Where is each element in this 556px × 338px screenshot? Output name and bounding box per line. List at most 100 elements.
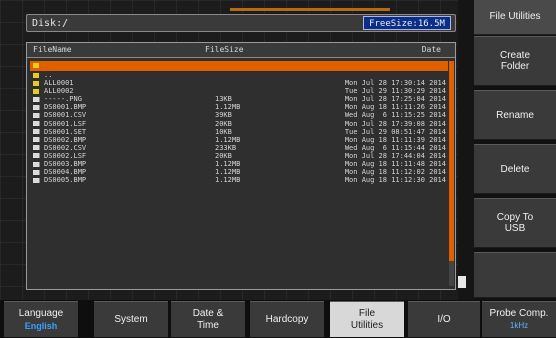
file-name: DS0001.SET: [44, 127, 87, 136]
header-filename: FileName: [33, 45, 72, 54]
side-menu: File Utilities Create Folder Rename Dele…: [474, 0, 556, 300]
file-list-header: FileName FileSize Date: [27, 43, 455, 58]
io-button[interactable]: I/O: [408, 301, 480, 337]
file-row[interactable]: DS0001.LSF 20KB Mon Jul 28 17:39:08 2014: [30, 120, 448, 128]
folder-icon: [33, 72, 39, 78]
file-name: -----.PNG: [44, 95, 82, 104]
folder-row[interactable]: ..: [30, 71, 448, 79]
edge-marker: [458, 276, 466, 288]
file-name: DS0005.BMP: [44, 176, 87, 185]
file-utilities-label: File Utilities: [350, 307, 384, 331]
file-name: DS0002.BMP: [44, 135, 87, 144]
free-size-badge: FreeSize:16.5M: [363, 16, 451, 30]
file-icon: [33, 153, 40, 159]
top-bar: Disk:/ FreeSize:16.5M: [0, 0, 474, 36]
io-label: I/O: [437, 313, 451, 325]
file-date: Mon Jul 28 17:39:08 2014: [344, 119, 446, 128]
language-label: Language: [18, 307, 64, 319]
folder-icon: [33, 88, 39, 94]
bottom-menu: Language English System Date & Time Hard…: [0, 300, 556, 338]
file-icon: [33, 145, 40, 151]
file-row[interactable]: DS0002.LSF 20KB Mon Jul 28 17:44:04 2014: [30, 152, 448, 160]
file-icon: [33, 121, 40, 127]
folder-row[interactable]: ALL0001 Mon Jul 28 17:30:14 2014: [30, 79, 448, 87]
folder-icon: [33, 62, 39, 68]
file-row[interactable]: -----.PNG 13KB Mon Jul 28 17:25:04 2014: [30, 95, 448, 103]
scrollbar[interactable]: [449, 61, 454, 286]
folder-row[interactable]: ALL0002 Tue Jul 29 11:30:29 2014: [30, 87, 448, 95]
hardcopy-button[interactable]: Hardcopy: [250, 301, 324, 337]
file-icon: [33, 129, 40, 135]
file-list-panel: FileName FileSize Date .. ALL0001 Mon Jul …: [26, 42, 456, 290]
file-size: 1.12MB: [215, 168, 241, 177]
file-date: Wed Aug 6 11:15:25 2014: [344, 111, 446, 120]
file-row[interactable]: DS0001.BMP 1.12MB Mon Aug 18 11:11:26 2014: [30, 103, 448, 111]
folder-icon: [33, 80, 39, 86]
rename-button[interactable]: Rename: [474, 90, 556, 140]
system-label: System: [114, 313, 148, 325]
file-size: 20KB: [215, 151, 232, 160]
file-name: DS0004.BMP: [44, 168, 87, 177]
file-name: DS0001.LSF: [44, 119, 87, 128]
file-name: DS0001.CSV: [44, 111, 87, 120]
file-icon: [33, 177, 40, 183]
file-row[interactable]: DS0003.BMP 1.12MB Mon Aug 18 11:11:48 2014: [30, 160, 448, 168]
language-button[interactable]: Language English: [4, 301, 78, 337]
side-menu-title: File Utilities: [474, 0, 556, 35]
create-folder-button[interactable]: Create Folder: [474, 36, 556, 86]
file-utilities-button[interactable]: File Utilities: [330, 301, 404, 337]
file-date: Mon Jul 28 17:30:14 2014: [344, 79, 446, 88]
file-row[interactable]: DS0002.BMP 1.12MB Mon Aug 18 11:11:39 2014: [30, 136, 448, 144]
scrollbar-thumb[interactable]: [449, 61, 454, 261]
file-name: DS0002.CSV: [44, 143, 87, 152]
copy-to-usb-button[interactable]: Copy To USB: [474, 198, 556, 248]
file-icon: [33, 137, 40, 143]
file-name: ALL0002: [44, 87, 74, 96]
file-size: 39KB: [215, 111, 232, 120]
delete-button[interactable]: Delete: [474, 144, 556, 194]
file-icon: [33, 161, 40, 167]
file-browser-screen: Disk:/ FreeSize:16.5M FileName FileSize …: [0, 0, 474, 300]
probe-comp-button[interactable]: Probe Comp. 1kHz: [482, 301, 556, 337]
file-date: Mon Aug 18 11:11:26 2014: [344, 103, 446, 112]
header-date: Date: [421, 45, 441, 54]
file-size: 13KB: [215, 95, 232, 104]
file-size: 233KB: [215, 143, 237, 152]
probe-comp-label: Probe Comp.: [489, 307, 549, 319]
file-icon: [33, 104, 40, 110]
empty-side-button[interactable]: [474, 252, 556, 298]
file-list: .. ALL0001 Mon Jul 28 17:30:14 2014 ALL0002…: [30, 61, 448, 184]
file-date: Mon Jul 28 17:44:04 2014: [344, 151, 446, 160]
date-time-label: Date & Time: [192, 307, 224, 331]
file-date: Tue Jul 29 11:30:29 2014: [344, 87, 446, 96]
file-row[interactable]: DS0002.CSV 233KB Wed Aug 6 11:15:44 2014: [30, 144, 448, 152]
file-icon: [33, 112, 40, 118]
hardcopy-label: Hardcopy: [265, 313, 309, 325]
system-button[interactable]: System: [94, 301, 168, 337]
file-size: 1.12MB: [215, 176, 241, 185]
file-name: DS0002.LSF: [44, 151, 87, 160]
file-date: Mon Aug 18 11:11:39 2014: [344, 135, 446, 144]
language-value: English: [24, 320, 58, 331]
header-filesize: FileSize: [205, 45, 244, 54]
file-date: Wed Aug 6 11:15:44 2014: [344, 143, 446, 152]
file-icon: [33, 169, 40, 175]
file-row[interactable]: DS0004.BMP 1.12MB Mon Aug 18 11:12:02 2014: [30, 168, 448, 176]
file-row[interactable]: DS0001.CSV 39KB Wed Aug 6 11:15:25 2014: [30, 111, 448, 119]
file-row[interactable]: DS0005.BMP 1.12MB Mon Aug 18 11:12:30 2014: [30, 176, 448, 184]
file-icon: [33, 96, 40, 102]
date-time-button[interactable]: Date & Time: [171, 301, 245, 337]
file-name: DS0001.BMP: [44, 103, 87, 112]
file-size: 20KB: [215, 119, 232, 128]
folder-row[interactable]: [30, 61, 448, 71]
file-name: DS0003.BMP: [44, 160, 87, 169]
file-date: Mon Aug 18 11:12:30 2014: [344, 176, 446, 185]
file-size: 10KB: [215, 127, 232, 136]
file-row[interactable]: DS0001.SET 10KB Tue Jul 29 08:51:47 2014: [30, 128, 448, 136]
file-date: Tue Jul 29 08:51:47 2014: [344, 127, 446, 136]
file-date: Mon Aug 18 11:12:02 2014: [344, 168, 446, 177]
screen-edge: [458, 0, 474, 300]
file-date: Mon Jul 28 17:25:04 2014: [344, 95, 446, 104]
probe-comp-value: 1kHz: [509, 320, 529, 330]
file-name: ALL0001: [44, 79, 74, 88]
